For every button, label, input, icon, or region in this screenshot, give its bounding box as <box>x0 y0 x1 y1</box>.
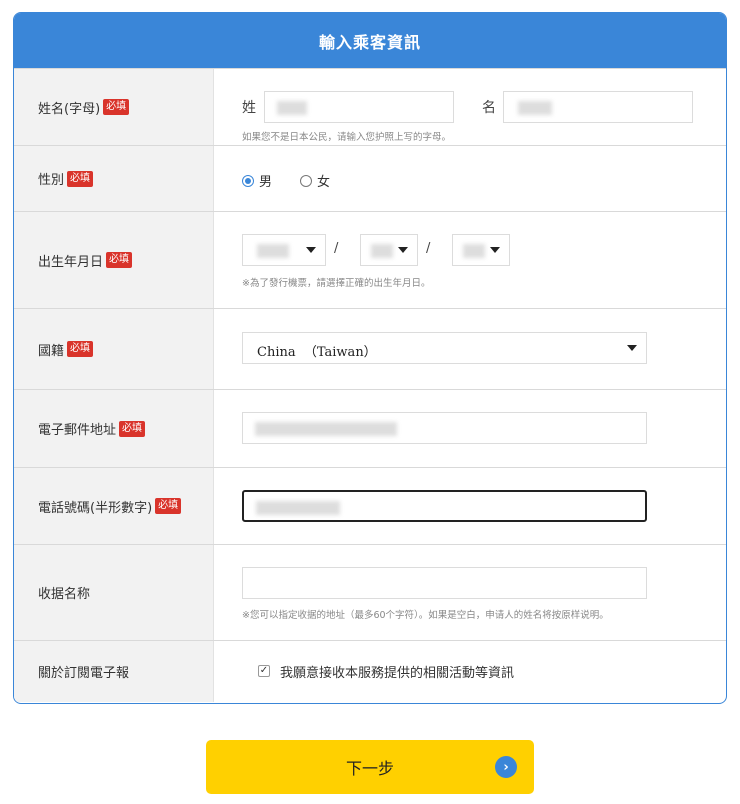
birthdate-note: ※為了發行機票，請選擇正確的出生年月日。 <box>242 278 431 289</box>
gender-male-label: 男 <box>259 175 273 190</box>
redacted-value <box>255 422 397 436</box>
required-badge: 必填 <box>67 170 94 187</box>
birth-month-select[interactable] <box>360 234 418 266</box>
receipt-name-input[interactable] <box>242 567 647 599</box>
newsletter-checkbox[interactable]: ✓ <box>258 665 270 677</box>
receipt-note: ※您可以指定收据的地址（最多60个字符）。如果是空白，申请人的姓名将按原样说明。 <box>242 610 609 621</box>
birth-year-select[interactable] <box>242 234 326 266</box>
chevron-down-icon <box>490 247 500 253</box>
next-button[interactable]: 下一步 › <box>206 740 534 794</box>
redacted-value <box>277 101 307 115</box>
birthdate-fields: / / ※為了發行機票，請選擇正確的出生年月日。 <box>214 212 726 308</box>
required-badge: 必填 <box>103 99 130 115</box>
label-gender: 性別 必填 <box>14 146 214 211</box>
newsletter-field: ✓ 我願意接收本服務提供的相關活動等資訊 <box>214 641 726 702</box>
given-name-input[interactable] <box>503 91 693 123</box>
redacted-value <box>463 244 485 258</box>
birthdate-label: 出生年月日 <box>38 254 104 270</box>
row-gender: 性別 必填 男 女 <box>14 145 726 211</box>
required-badge: 必填 <box>67 341 94 357</box>
row-receipt: 收据名称 ※您可以指定收据的地址（最多60个字符）。如果是空白，申请人的姓名将按… <box>14 544 726 640</box>
phone-label: 電話號碼(半形數字) <box>38 500 153 516</box>
form-title: 輸入乘客資訊 <box>14 13 726 68</box>
label-birthdate: 出生年月日 必填 <box>14 212 214 308</box>
newsletter-checkbox-label[interactable]: 我願意接收本服務提供的相關活動等資訊 <box>280 662 514 681</box>
phone-field-cell <box>214 468 726 544</box>
surname-input[interactable] <box>264 91 454 123</box>
label-email: 電子郵件地址 必填 <box>14 390 214 467</box>
label-nationality: 國籍 必填 <box>14 309 214 389</box>
date-separator: / <box>334 241 339 256</box>
required-badge: 必填 <box>155 498 182 514</box>
redacted-value <box>518 101 552 115</box>
check-icon: ✓ <box>259 665 269 676</box>
email-field-cell <box>214 390 726 467</box>
chevron-down-icon <box>627 345 637 351</box>
redacted-value <box>256 501 340 515</box>
required-badge: 必填 <box>106 252 133 268</box>
email-label: 電子郵件地址 <box>38 423 117 438</box>
gender-options: 男 女 <box>214 146 726 211</box>
nationality-value: China （Taiwan） <box>257 345 377 360</box>
name-label: 姓名(字母) <box>38 101 101 117</box>
gender-option-male[interactable]: 男 <box>242 171 272 190</box>
row-newsletter: 關於訂閱電子報 ✓ 我願意接收本服務提供的相關活動等資訊 <box>14 640 726 702</box>
redacted-value <box>371 244 393 258</box>
radio-unselected-icon[interactable] <box>300 174 312 187</box>
surname-label: 姓 <box>242 100 256 116</box>
email-field[interactable] <box>242 412 647 444</box>
chevron-down-icon <box>398 247 408 253</box>
chevron-right-circle-icon: › <box>495 756 517 778</box>
label-phone: 電話號碼(半形數字) 必填 <box>14 468 214 544</box>
gender-option-female[interactable]: 女 <box>300 171 330 190</box>
chevron-down-icon <box>306 247 316 253</box>
nationality-select[interactable]: China （Taiwan） <box>242 332 647 364</box>
newsletter-label: 關於訂閱電子報 <box>38 666 130 681</box>
gender-female-label: 女 <box>317 175 331 190</box>
name-note: 如果您不是日本公民，请输入您护照上写的字母。 <box>242 132 452 143</box>
label-newsletter: 關於訂閱電子報 <box>14 641 214 702</box>
nationality-field: China （Taiwan） <box>214 309 726 389</box>
receipt-label: 收据名称 <box>38 587 91 602</box>
redacted-value <box>257 244 289 258</box>
row-phone: 電話號碼(半形數字) 必填 <box>14 467 726 544</box>
required-badge: 必填 <box>119 420 146 437</box>
name-fields: 姓 名 如果您不是日本公民，请输入您护照上写的字母。 <box>214 69 726 145</box>
phone-field[interactable] <box>242 490 647 522</box>
radio-selected-icon[interactable] <box>242 174 254 187</box>
row-name: 姓名(字母) 必填 姓 名 如果您不是日本公民，请输入您护照上写的字母。 <box>14 68 726 145</box>
receipt-field-cell: ※您可以指定收据的地址（最多60个字符）。如果是空白，申请人的姓名将按原样说明。 <box>214 545 726 640</box>
row-nationality: 國籍 必填 China （Taiwan） <box>14 308 726 389</box>
birth-day-select[interactable] <box>452 234 510 266</box>
row-email: 電子郵件地址 必填 <box>14 389 726 467</box>
passenger-form: 輸入乘客資訊 姓名(字母) 必填 姓 名 如果您不是日本公民，请输入您护照上写的… <box>13 12 727 704</box>
label-receipt: 收据名称 <box>14 545 214 640</box>
row-birthdate: 出生年月日 必填 / / ※為了發行機票，請選擇正確的出生年月日。 <box>14 211 726 308</box>
date-separator: / <box>426 241 431 256</box>
gender-label: 性別 <box>38 173 65 188</box>
nationality-label: 國籍 <box>38 343 65 359</box>
given-name-label: 名 <box>482 100 496 116</box>
label-name: 姓名(字母) 必填 <box>14 69 214 145</box>
next-button-label: 下一步 <box>345 759 394 778</box>
